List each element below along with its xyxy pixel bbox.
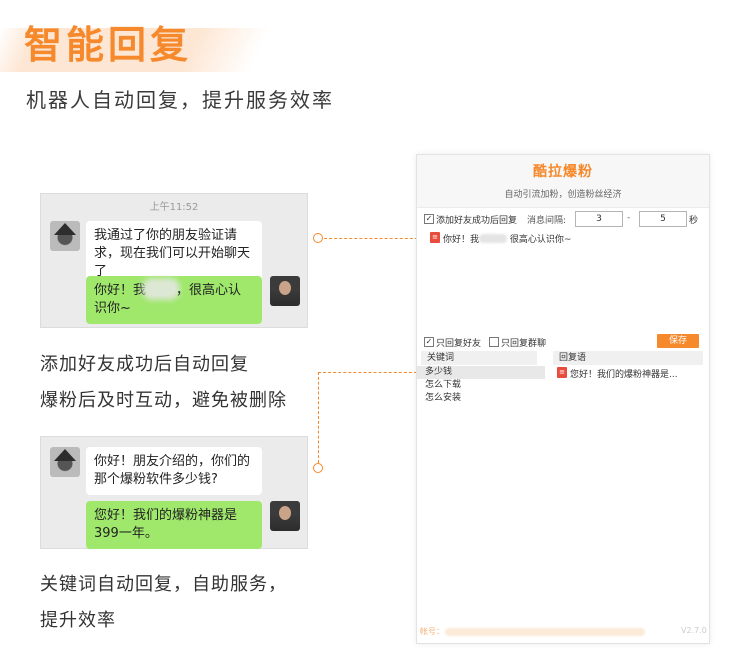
greeting-text-end: 很高心认识你~ [509,235,572,245]
connector-line [318,372,422,373]
interval-min-input[interactable]: 3 [575,211,623,227]
self-avatar [270,276,300,306]
page-title: 智能回复 [24,23,193,67]
self-avatar [270,501,300,531]
blurred-account [445,628,645,636]
connector-line [318,372,319,463]
contact-avatar [50,447,80,477]
account-label: 帐号： [420,627,444,636]
app-window: 酷拉爆粉 自动引流加粉，创造粉丝经济 ✓ 添加好友成功后回复 消息间隔: 3 -… [416,154,710,644]
add-reply-label: 添加好友成功后回复 [436,216,518,226]
outgoing-message-bubble: 您好！我们的爆粉神器是399一年。 [86,501,262,549]
blurred-name [479,234,508,243]
interval-separator: - [627,213,631,223]
reply-item[interactable]: 您好！我们的爆粉神器是... [570,367,678,380]
page-subtitle: 机器人自动回复，提升服务效率 [26,88,334,112]
interval-unit: 秒 [689,216,699,226]
only-group-label: 只回复群聊 [501,339,547,349]
connector-line [324,238,428,239]
feature-caption-line: 添加好友成功后自动回复 [40,354,249,375]
app-slogan: 自动引流加粉，创造粉丝经济 [504,190,622,200]
message-doc-icon: ≡ [430,232,440,243]
app-header: 酷拉爆粉 自动引流加粉，创造粉丝经济 [417,155,709,208]
keyword-item[interactable]: 怎么安装 [417,392,545,405]
feature-caption-line: 提升效率 [40,610,116,631]
greeting-text-start: 你好！我 [443,235,480,245]
outgoing-message-bubble: 你好！我 ，很高心认识你~ [86,276,262,324]
keyword-column-header: 关键词 [421,351,537,365]
connector-dot [313,463,323,473]
outgoing-text-start: 你好！我 [94,283,147,298]
chat-window-friend-added: 上午11:52 我通过了你的朋友验证请求，现在我们可以开始聊天了 你好！我 ，很高… [40,193,308,328]
only-group-checkbox[interactable] [489,337,499,347]
contact-avatar [50,221,80,251]
app-footer: 帐号： V2.7.0 [417,621,709,643]
interval-max-input[interactable]: 5 [639,211,687,227]
keyword-item[interactable]: 怎么下载 [417,379,545,392]
connector-dot [313,233,323,243]
save-button[interactable]: 保存 [657,334,699,348]
only-friend-checkbox[interactable]: ✓ [424,337,434,347]
blurred-name [146,282,177,296]
version-label: V2.7.0 [681,626,707,635]
reply-doc-icon: ≡ [557,367,567,378]
greeting-message[interactable]: 你好！我 很高心认识你~ [443,232,571,245]
app-name: 酷拉爆粉 [533,164,593,180]
add-reply-checkbox[interactable]: ✓ [424,214,434,224]
incoming-message-bubble: 你好！朋友介绍的，你们的那个爆粉软件多少钱? [86,447,262,495]
chat-window-keyword: 你好！朋友介绍的，你们的那个爆粉软件多少钱? 您好！我们的爆粉神器是399一年。 [40,436,308,549]
chat-time: 上午11:52 [149,202,199,213]
keyword-item[interactable]: 多少钱 [417,366,545,379]
interval-label: 消息间隔: [527,216,567,226]
reply-column-header: 回复语 [553,351,703,365]
feature-caption-line: 爆粉后及时互动，避免被删除 [40,390,287,411]
feature-caption-line: 关键词自动回复，自助服务， [40,574,287,595]
only-friend-label: 只回复好友 [436,339,482,349]
